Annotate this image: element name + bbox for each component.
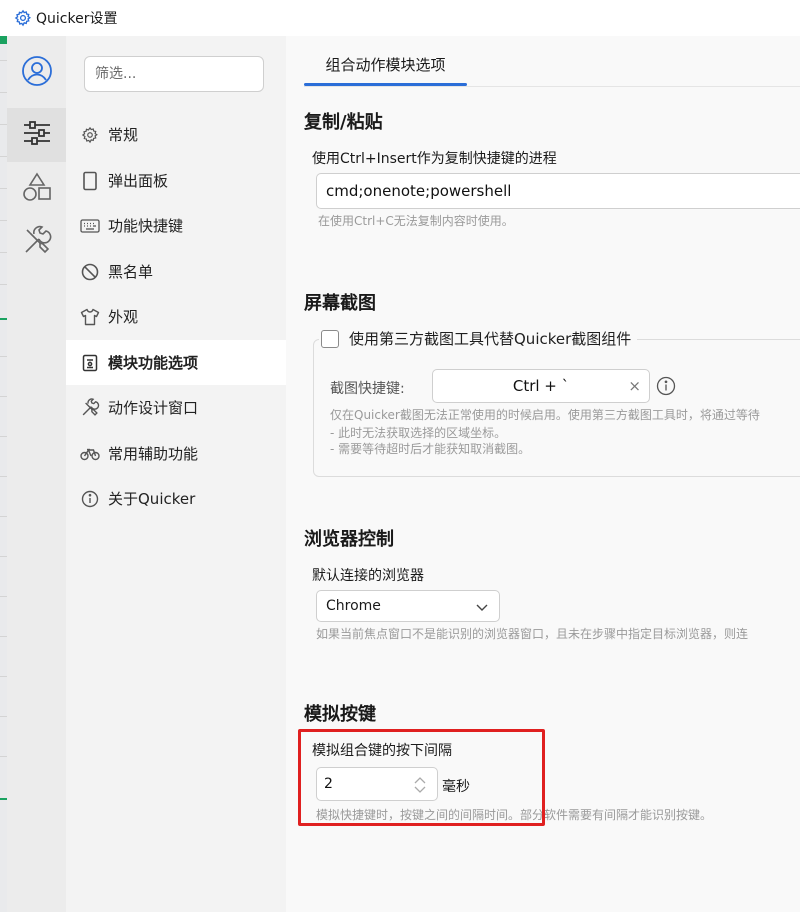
section-title-screenshot: 屏幕截图 [304,293,376,314]
sidebar-item-module-options[interactable]: 模块功能选项 [66,340,286,385]
shirt-icon [80,307,100,327]
sidebar-item-label: 模块功能选项 [108,354,199,372]
section-title-simulated-keys: 模拟按键 [304,704,376,725]
sidebar-item-label: 外观 [108,308,139,326]
third-party-screenshot-toggle[interactable]: 使用第三方截图工具代替Quicker截图组件 [319,328,638,349]
default-browser-select[interactable]: Chrome [316,590,500,622]
screenshot-hint-line-3: - 需要等待超时后才能获知取消截图。 [330,442,531,456]
sidebar-item-label: 弹出面板 [108,172,169,190]
ctrl-insert-process-label: 使用Ctrl+Insert作为复制快捷键的进程 [312,151,557,167]
ctrl-insert-process-input[interactable]: cmd;onenote;powershell [316,173,800,209]
browser-hint: 如果当前焦点窗口不是能识别的浏览器窗口，且未在步骤中指定目标浏览器，则连 [316,627,749,641]
rail-tools-button[interactable] [7,216,66,270]
rail-actions-button[interactable] [7,162,66,216]
default-browser-value: Chrome [326,598,381,614]
bicycle-icon [80,444,100,464]
clear-hotkey-button[interactable]: × [628,377,641,395]
sidebar-item-label: 动作设计窗口 [108,399,199,417]
sidebar-item-label: 常用辅助功能 [108,445,199,463]
sidebar-item-assist-features[interactable]: 常用辅助功能 [66,431,286,476]
panel-icon [80,171,100,191]
icon-rail [7,36,66,912]
ctrl-insert-process-value: cmd;onenote;powershell [326,182,512,200]
rail-user-button[interactable] [7,46,66,100]
sidebar-item-label: 常规 [108,126,139,144]
filter-input[interactable] [84,56,264,92]
tools-icon [21,225,53,261]
section-title-copy-paste: 复制/粘贴 [304,112,383,133]
third-party-screenshot-checkbox[interactable] [321,329,339,348]
screenshot-hotkey-value: Ctrl + ` [512,377,570,395]
sliders-icon [22,119,52,151]
rail-settings-button[interactable] [7,108,66,162]
tab-divider [304,86,800,87]
user-circle-icon [21,55,53,91]
copy-paste-hint: 在使用Ctrl+C无法复制内容时使用。 [318,214,514,228]
sidebar-item-general[interactable]: 常规 [66,112,286,157]
sidebar-item-hotkeys[interactable]: 功能快捷键 [66,203,286,248]
sidebar-item-about[interactable]: 关于Quicker [66,476,286,521]
sidebar-item-appearance[interactable]: 外观 [66,294,286,339]
screenshot-hint-line-2: - 此时无法获取选择的区域坐标。 [330,426,507,440]
gear-icon [80,125,100,145]
background-window-edge [0,36,7,912]
window-title: Quicker设置 [36,11,118,27]
settings-sidebar: 常规 弹出面板 功能快捷键 黑名单 外观 [66,36,286,912]
info-icon[interactable] [656,376,676,396]
block-icon [80,262,100,282]
default-browser-label: 默认连接的浏览器 [312,568,424,584]
design-tools-icon [80,397,100,418]
gear-icon [14,9,32,27]
module-icon [80,353,100,373]
tab-composite-action-options[interactable]: 组合动作模块选项 [304,54,467,86]
section-title-browser: 浏览器控制 [304,529,394,550]
keyboard-icon [80,216,100,236]
screenshot-hotkey-input[interactable]: Ctrl + ` × [432,369,650,403]
screenshot-hint-line-1: 仅在Quicker截图无法正常使用的时候启用。使用第三方截图工具时，将通过等待 [330,408,760,422]
red-highlight-box [298,729,545,826]
sidebar-item-blacklist[interactable]: 黑名单 [66,249,286,294]
screenshot-hotkey-label: 截图快捷键: [330,381,405,397]
third-party-screenshot-label: 使用第三方截图工具代替Quicker截图组件 [349,330,632,348]
info-icon [80,489,100,509]
sidebar-item-popup-panel[interactable]: 弹出面板 [66,158,286,203]
module-options-panel: 组合动作模块选项 复制/粘贴 使用Ctrl+Insert作为复制快捷键的进程 c… [286,36,800,912]
shapes-icon [21,171,53,207]
sidebar-item-label: 功能快捷键 [108,217,184,235]
title-bar: Quicker设置 [0,0,800,37]
sidebar-item-action-designer[interactable]: 动作设计窗口 [66,385,286,430]
chevron-down-icon [475,600,489,614]
sidebar-item-label: 黑名单 [108,263,154,281]
sidebar-item-label: 关于Quicker [108,490,196,508]
